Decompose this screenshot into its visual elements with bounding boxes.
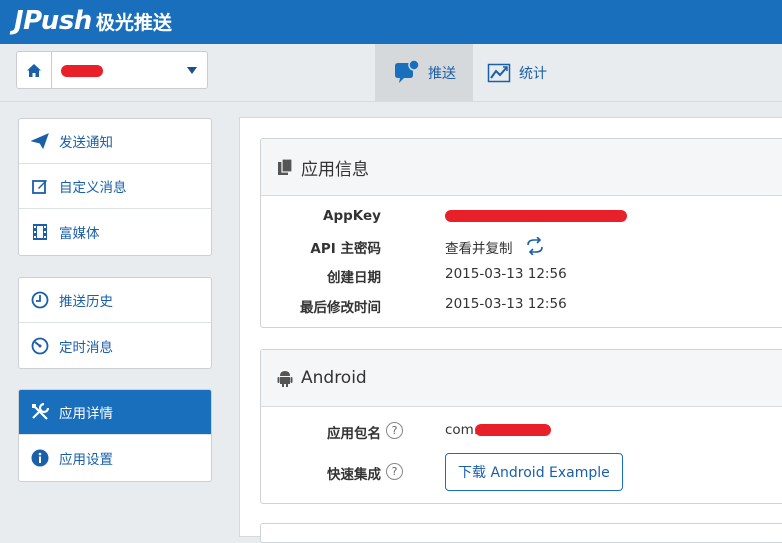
row-api-master-secret: API 主密码 查看并复制 [261, 231, 782, 261]
integration-label-text: 快速集成 [327, 467, 381, 483]
created-value: 2015-03-13 12:56 [445, 266, 567, 282]
package-label-text: 应用包名 [327, 426, 381, 442]
chat-bubble-icon [395, 59, 420, 83]
sidebar-item-custom-message[interactable]: 自定义消息 [19, 164, 211, 209]
redacted-app-name [61, 65, 103, 77]
appkey-label: AppKey [323, 208, 381, 224]
row-quick-integration: 快速集成 ? 下载 Android Example [261, 453, 782, 493]
download-android-example-button[interactable]: 下载 Android Example [445, 453, 623, 491]
refresh-icon[interactable] [525, 237, 545, 255]
tools-icon [31, 403, 49, 421]
app-info-header: 应用信息 [261, 139, 782, 196]
jpush-logo[interactable]: JPush 极光推送 [14, 2, 172, 40]
sidebar-item-app-details[interactable]: 应用详情 [19, 390, 211, 435]
line-chart-icon [487, 63, 511, 82]
sidebar-item-send-notification[interactable]: 发送通知 [19, 119, 211, 164]
documents-icon [277, 158, 293, 176]
android-panel: Android 应用包名 ? com. 快速集成 ? 下载 Android Ex… [260, 349, 782, 504]
edit-icon [31, 177, 49, 195]
android-header: Android [261, 350, 782, 407]
app-info-panel: 应用信息 AppKey API 主密码 查看并复制 创建日期 2015-03-1… [260, 138, 782, 328]
package-value: com. [445, 422, 479, 438]
tab-stats-label: 统计 [519, 65, 547, 82]
sidebar-item-label: 应用详情 [59, 406, 113, 422]
help-icon[interactable]: ? [386, 422, 403, 439]
sidebar-item-label: 发送通知 [59, 135, 113, 151]
sidebar-item-rich-media[interactable]: 富媒体 [19, 209, 211, 254]
sidebar-item-app-settings[interactable]: 应用设置 [19, 435, 211, 480]
paper-plane-icon [31, 132, 49, 150]
modified-value: 2015-03-13 12:56 [445, 296, 567, 312]
clock-icon [31, 291, 49, 309]
logo-sub-text: 极光推送 [95, 11, 172, 34]
logo-main-text: JPush [14, 6, 92, 36]
app-info-title: 应用信息 [301, 159, 369, 180]
modified-label: 最后修改时间 [300, 300, 381, 316]
sidebar-group-app: 应用详情 应用设置 [18, 389, 212, 482]
android-icon [277, 369, 293, 387]
tab-stats[interactable]: 统计 [487, 44, 557, 101]
top-bar: JPush 极光推送 [0, 0, 782, 44]
tab-push[interactable]: 推送 [375, 44, 473, 101]
created-label: 创建日期 [327, 270, 381, 286]
sidebar-group-send: 发送通知 自定义消息 富媒体 [18, 118, 212, 256]
chevron-down-icon [187, 67, 197, 74]
sidebar-item-label: 自定义消息 [59, 180, 127, 196]
app-select[interactable] [16, 51, 208, 89]
sidebar-item-label: 推送历史 [59, 294, 113, 310]
android-title: Android [301, 368, 367, 388]
timer-icon [31, 337, 49, 355]
row-package-name: 应用包名 ? com. [261, 416, 782, 446]
redacted-appkey [445, 210, 627, 222]
sidebar-group-history: 推送历史 定时消息 [18, 277, 212, 369]
api-secret-label: API 主密码 [310, 241, 381, 257]
film-icon [31, 223, 49, 241]
redacted-package [475, 424, 551, 436]
info-icon [31, 449, 49, 467]
sidebar-item-label: 应用设置 [59, 451, 113, 468]
home-icon [27, 63, 41, 77]
help-icon[interactable]: ? [386, 463, 403, 480]
toolbar: 推送 统计 [0, 44, 782, 102]
home-button[interactable] [17, 52, 52, 88]
sidebar-item-label: 定时消息 [59, 339, 113, 356]
sidebar-item-scheduled-message[interactable]: 定时消息 [19, 323, 211, 368]
row-modified: 最后修改时间 2015-03-13 12:56 [261, 290, 782, 320]
integration-label: 快速集成 ? [327, 463, 403, 483]
next-panel [260, 523, 782, 543]
sidebar-item-label: 富媒体 [59, 225, 100, 242]
sidebar-item-push-history[interactable]: 推送历史 [19, 278, 211, 323]
row-created: 创建日期 2015-03-13 12:56 [261, 260, 782, 290]
view-copy-link[interactable]: 查看并复制 [445, 237, 513, 257]
row-appkey: AppKey [261, 202, 782, 232]
package-label: 应用包名 ? [327, 422, 403, 442]
tab-push-label: 推送 [428, 65, 456, 82]
